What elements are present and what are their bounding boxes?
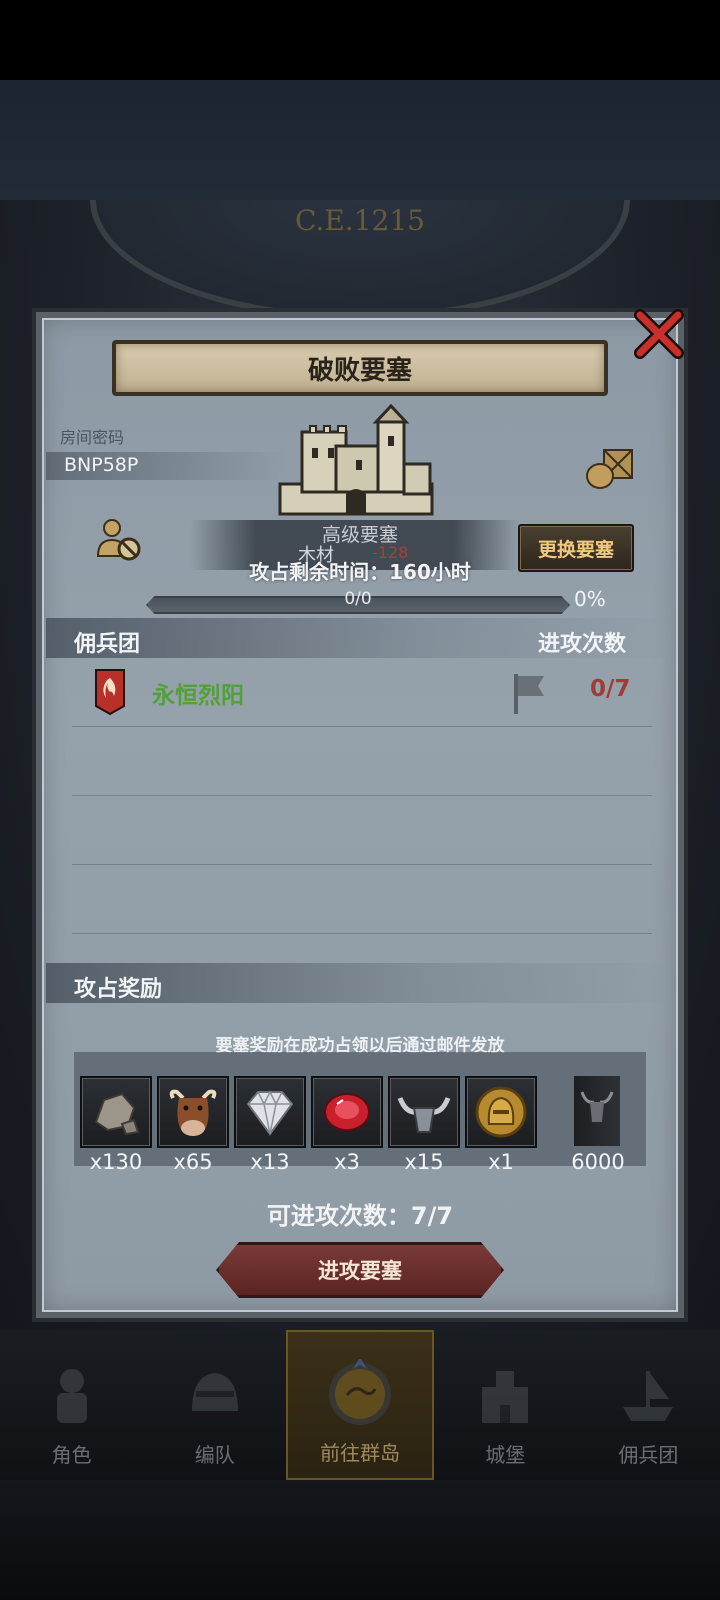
reward-horned-helmet[interactable]: [388, 1076, 460, 1148]
top-banner-area: [0, 80, 720, 200]
reward-header: 攻占奖励: [74, 977, 163, 1002]
reward-qty-stone: x130: [89, 1150, 143, 1174]
room-password-label: 房间密码: [60, 428, 125, 447]
reward-qty-horned-helmet: x15: [404, 1150, 444, 1174]
cow-icon: [169, 1089, 217, 1136]
mercenary-name: 永恒烈阳: [152, 683, 244, 709]
room-code[interactable]: BNP58P: [64, 454, 138, 476]
progress-percent: 0%: [574, 587, 606, 611]
reward-cow[interactable]: [157, 1076, 229, 1148]
change-fortress-label: 更换要塞: [537, 538, 614, 561]
horned-helmet-icon: [397, 1097, 451, 1133]
reward-bull-emblem[interactable]: [574, 1076, 620, 1146]
fortress-image: [278, 403, 434, 516]
close-icon: [634, 309, 684, 359]
reward-diamond[interactable]: [234, 1076, 306, 1148]
ruby-icon: [324, 1093, 370, 1131]
reward-qty-bull-emblem: 6000: [571, 1150, 625, 1174]
reward-stone[interactable]: [80, 1076, 152, 1148]
mercenary-ship-icon: [623, 1371, 674, 1421]
status-bar: [0, 0, 720, 80]
row-divider: [72, 726, 652, 727]
reward-ruby[interactable]: [311, 1076, 383, 1148]
nav-item-formation[interactable]: 编队: [143, 1330, 286, 1480]
reward-gold-coin[interactable]: [465, 1076, 537, 1148]
fire-emblem-icon: [95, 669, 125, 716]
row-divider: [72, 864, 652, 865]
nav-item-mercenary[interactable]: 佣兵团: [577, 1330, 720, 1480]
nav-item-castle[interactable]: 城堡: [434, 1330, 577, 1480]
row-divider: [72, 933, 652, 934]
diamond-icon: [246, 1090, 294, 1136]
reward-qty-diamond: x13: [250, 1150, 290, 1174]
attack-time-text: 攻占剩余时间：160小时: [249, 560, 471, 584]
mercenary-header: 佣兵团: [74, 632, 141, 657]
knight-icon: [56, 1369, 87, 1423]
dialog-title: 破败要塞: [307, 355, 412, 386]
nav-item-role[interactable]: 角色: [0, 1330, 143, 1480]
row-divider: [72, 795, 652, 796]
map-compass-icon: [329, 1359, 391, 1425]
bull-emblem-icon: [580, 1091, 614, 1122]
available-attacks: 可进攻次数：7/7: [266, 1202, 454, 1230]
nav-label-mercenary: 佣兵团: [618, 1443, 679, 1467]
nav-item-islands[interactable]: 前往群岛: [286, 1330, 434, 1480]
attacks-header: 进攻次数: [538, 632, 627, 657]
title-banner: 破败要塞: [112, 340, 608, 396]
helmet-icon: [191, 1373, 238, 1411]
close-button[interactable]: [628, 304, 690, 364]
fortress-level: 高级要塞: [321, 524, 398, 546]
reward-qty-cow: x65: [173, 1150, 213, 1174]
nav-label-islands: 前往群岛: [320, 1441, 400, 1465]
bottom-background: [0, 1480, 720, 1600]
bottom-nav: 角色 编队 前往群岛 城堡 佣兵团: [0, 1330, 720, 1480]
gold-coin-helmet-icon: [475, 1086, 527, 1138]
attack-fortress-label: 进攻要塞: [318, 1259, 402, 1283]
progress-text: 0/0: [344, 589, 372, 609]
reward-qty-ruby: x3: [334, 1150, 360, 1174]
castle-icon: [482, 1371, 529, 1423]
change-fortress-button[interactable]: 更换要塞: [518, 524, 634, 572]
stone-icon: [94, 1092, 140, 1136]
nav-label-castle: 城堡: [485, 1443, 526, 1467]
nav-label-formation: 编队: [194, 1443, 235, 1467]
era-label: C.E.1215: [295, 204, 425, 237]
resource-bag-icon[interactable]: [584, 444, 636, 490]
mercenary-attack-count: 0/7: [590, 676, 631, 702]
flag-icon: [514, 674, 544, 714]
attack-fortress-button[interactable]: 进攻要塞: [216, 1242, 504, 1298]
nav-label-role: 角色: [51, 1443, 92, 1467]
reward-qty-gold-coin: x1: [488, 1150, 514, 1174]
